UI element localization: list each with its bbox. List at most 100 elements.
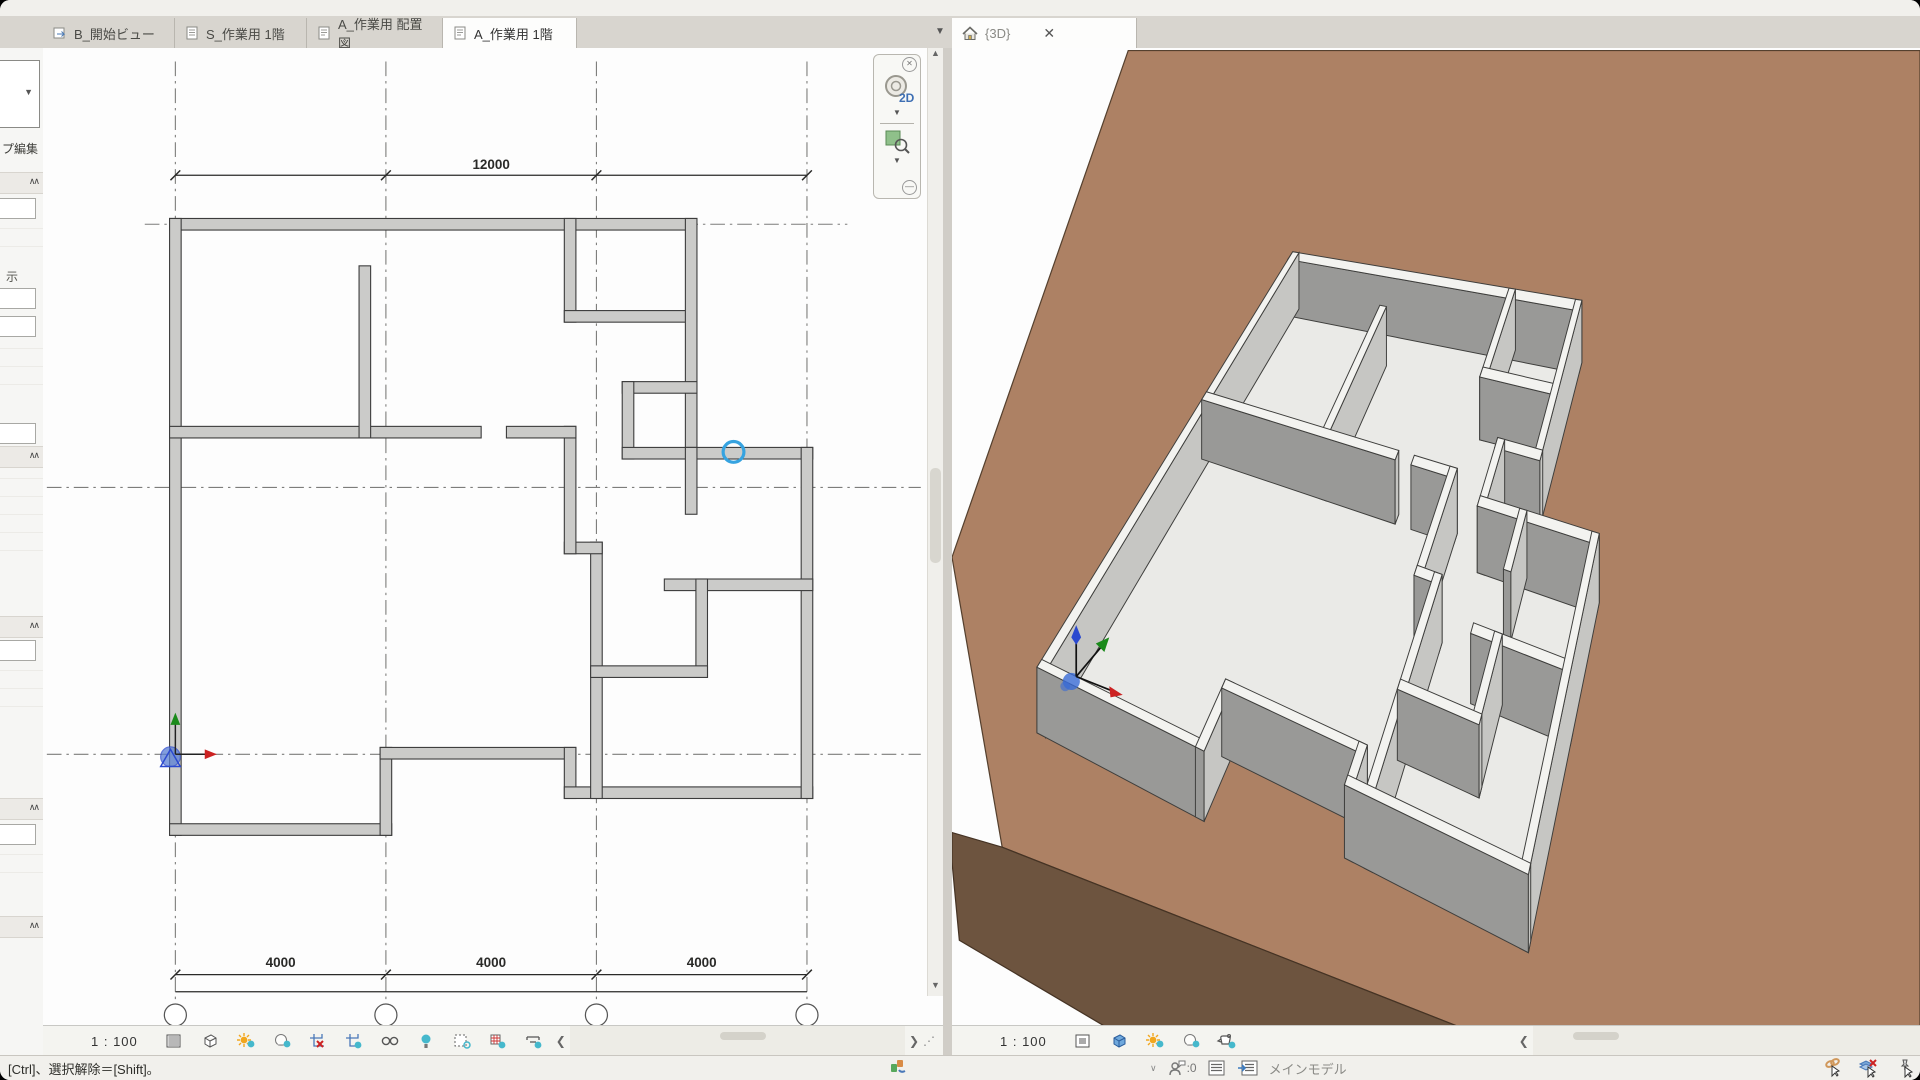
pane-resize-grip[interactable]: ⋰ <box>923 1034 943 1048</box>
wall-2d[interactable] <box>564 311 697 323</box>
scroll-right-icon[interactable]: ❯ <box>905 1034 923 1048</box>
workset-dialog-icon[interactable] <box>1237 1059 1259 1077</box>
worksets-icon[interactable] <box>1207 1059 1227 1077</box>
close-view-icon[interactable]: ✕ <box>1043 26 1055 40</box>
wall-2d[interactable] <box>564 218 576 322</box>
shadows-icon[interactable] <box>269 1030 295 1052</box>
grid-bubble[interactable] <box>585 1004 607 1026</box>
select-pinned-icon[interactable] <box>1894 1058 1916 1078</box>
props-section-header[interactable]: ∧∧ <box>0 172 43 194</box>
sun-path-icon[interactable] <box>233 1030 259 1052</box>
visual-style-icon[interactable] <box>197 1030 223 1052</box>
navbar-minimize-icon[interactable]: — <box>902 180 917 195</box>
wall-2d[interactable] <box>170 426 482 438</box>
edit-type-button[interactable]: プ編集 <box>2 140 38 157</box>
render-dialog-icon[interactable] <box>1214 1030 1240 1052</box>
props-field[interactable] <box>0 824 36 845</box>
detail-level-icon[interactable] <box>161 1030 187 1052</box>
wall-2d[interactable] <box>685 218 697 459</box>
select-underlay-icon[interactable] <box>1858 1058 1880 1078</box>
wall-2d[interactable] <box>170 218 697 230</box>
tab-start-view[interactable]: B_開始ビュー <box>43 18 175 48</box>
navigation-bar-2d[interactable]: ✕ 2D ▼ ▼ — <box>873 54 921 199</box>
wall-2d[interactable] <box>359 266 371 438</box>
wall-2d[interactable] <box>380 747 392 835</box>
wall-2d[interactable] <box>685 447 697 514</box>
scroll-left-icon[interactable]: ❮ <box>1515 1034 1533 1048</box>
navbar-chevron-icon[interactable]: ▼ <box>893 156 901 165</box>
wall-2d[interactable] <box>564 426 576 553</box>
dimension-text[interactable]: 4000 <box>266 955 296 970</box>
props-section-header[interactable]: ∧∧ <box>0 616 43 638</box>
props-field[interactable] <box>0 316 36 337</box>
displaced-elements-icon[interactable] <box>485 1030 511 1052</box>
status-chevron-icon[interactable]: ∨ <box>1150 1063 1157 1074</box>
scale-button[interactable]: 1 : 100 <box>91 1034 138 1049</box>
type-selector[interactable]: ▼ <box>0 60 40 128</box>
scroll-thumb[interactable] <box>1573 1032 1619 1040</box>
plan-vertical-scrollbar[interactable]: ▲ ▼ <box>927 48 943 996</box>
viewport-3d[interactable] <box>952 48 1920 1026</box>
detail-level-icon[interactable] <box>1070 1030 1096 1052</box>
steering-wheel-icon[interactable]: 2D <box>880 72 914 106</box>
wall-2d[interactable] <box>696 579 708 677</box>
scroll-up-icon[interactable]: ▲ <box>928 48 943 64</box>
floor-plan-drawing[interactable]: 12000 4000 4000 4000 <box>43 48 943 1026</box>
zoom-region-icon[interactable] <box>884 128 910 154</box>
tab-overflow-chevron[interactable]: ▼ <box>932 24 948 40</box>
dimension-text[interactable]: 4000 <box>687 955 717 970</box>
visual-style-icon[interactable] <box>1106 1030 1132 1052</box>
props-field[interactable] <box>0 423 36 444</box>
active-workset-label[interactable]: メインモデル <box>1269 1059 1347 1078</box>
wall-2d[interactable] <box>591 666 708 678</box>
scroll-down-icon[interactable]: ▼ <box>928 980 943 996</box>
editing-requests-icon[interactable]: :0 <box>1167 1059 1197 1077</box>
wall-2d[interactable] <box>664 579 812 591</box>
props-section-header[interactable]: ∧∧ <box>0 446 43 468</box>
wall-2d[interactable] <box>622 447 813 459</box>
tab-a-work-1f-active[interactable]: A_作業用 1階 <box>443 18 577 48</box>
wall-2d[interactable] <box>170 824 392 836</box>
props-field[interactable] <box>0 640 36 661</box>
props-section-header[interactable]: ∧∧ <box>0 916 43 938</box>
dimension-text[interactable]: 4000 <box>476 955 506 970</box>
wall-2d[interactable] <box>380 747 576 759</box>
dimension-text[interactable]: 12000 <box>472 157 509 172</box>
props-field[interactable] <box>0 198 36 219</box>
tab-3d-view[interactable]: {3D} ✕ <box>952 18 1137 48</box>
scroll-left-icon[interactable]: ❮ <box>552 1034 570 1048</box>
temporary-hide-isolate-icon[interactable] <box>377 1030 403 1052</box>
scale-button[interactable]: 1 : 100 <box>1000 1034 1047 1049</box>
scroll-thumb[interactable] <box>930 468 941 563</box>
sun-path-icon[interactable] <box>1142 1030 1168 1052</box>
reveal-constraints-icon[interactable] <box>521 1030 547 1052</box>
wall-2d[interactable] <box>801 447 813 798</box>
view-3d-pane[interactable]: 1 : 100 <box>952 48 1920 1056</box>
scroll-thumb[interactable] <box>720 1032 766 1040</box>
design-options-icon[interactable] <box>888 1058 908 1076</box>
view3d-horizontal-scrollbar[interactable]: ❮ <box>1515 1026 1920 1056</box>
tab-s-work-1f[interactable]: S_作業用 1階 <box>175 18 307 48</box>
plan-view-pane[interactable]: 12000 4000 4000 4000 ✕ 2D ▼ <box>43 48 944 1056</box>
reveal-hidden-icon[interactable] <box>413 1030 439 1052</box>
select-links-icon[interactable] <box>1822 1058 1844 1078</box>
shadows-icon[interactable] <box>1178 1030 1204 1052</box>
tab-a-site-plan[interactable]: A_作業用 配置図 <box>307 18 443 48</box>
plan-horizontal-scrollbar[interactable]: ❮ ❯ <box>552 1026 923 1056</box>
model-3d-drawing[interactable] <box>952 48 1920 1026</box>
status-bar: [Ctrl]、選択解除＝[Shift]。 ∨ :0 メインモデル <box>0 1055 1920 1080</box>
crop-region-icon[interactable] <box>341 1030 367 1052</box>
crop-view-off-icon[interactable] <box>305 1030 331 1052</box>
navbar-chevron-icon[interactable]: ▼ <box>893 108 901 117</box>
wall-2d[interactable] <box>506 426 575 438</box>
grid-bubble[interactable] <box>796 1004 818 1026</box>
navbar-close-icon[interactable]: ✕ <box>902 57 917 72</box>
grid-bubble[interactable] <box>375 1004 397 1026</box>
plan-viewport[interactable]: 12000 4000 4000 4000 ✕ 2D ▼ <box>43 48 943 1026</box>
props-section-header[interactable]: ∧∧ <box>0 798 43 820</box>
grid-bubble[interactable] <box>164 1004 186 1026</box>
pane-splitter[interactable] <box>943 48 952 1056</box>
temporary-view-properties-icon[interactable] <box>449 1030 475 1052</box>
props-field[interactable] <box>0 288 36 309</box>
view3d-control-bar: 1 : 100 <box>952 1025 1920 1056</box>
